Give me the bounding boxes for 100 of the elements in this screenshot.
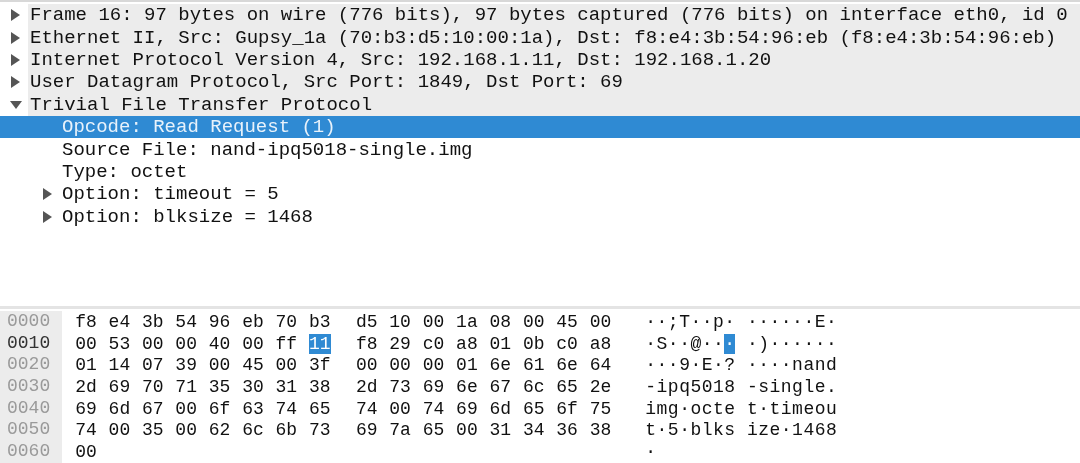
hex-byte[interactable]: 6e xyxy=(455,376,478,397)
ascii-char[interactable]: 1 xyxy=(791,420,804,441)
hex-byte[interactable]: ff xyxy=(275,333,298,354)
ascii-char[interactable]: t xyxy=(645,420,657,441)
hex-byte[interactable]: 00 xyxy=(422,311,445,332)
hex-byte[interactable]: 53 xyxy=(108,333,131,354)
hex-byte[interactable]: 6c xyxy=(241,420,264,441)
ascii-char[interactable]: i xyxy=(645,398,657,419)
ascii-char[interactable]: · xyxy=(780,311,792,332)
hex-byte[interactable]: 69 xyxy=(75,398,97,419)
ascii-char[interactable]: T xyxy=(678,311,691,332)
hex-byte[interactable]: 01 xyxy=(489,333,512,354)
hex-byte[interactable]: 29 xyxy=(389,333,412,354)
hex-byte[interactable]: 61 xyxy=(522,355,545,376)
hex-byte[interactable]: 3f xyxy=(308,355,331,376)
ascii-char[interactable]: t xyxy=(769,398,781,419)
hex-byte[interactable]: 74 xyxy=(422,398,445,419)
hex-byte[interactable]: 45 xyxy=(241,355,264,376)
hex-byte[interactable]: 14 xyxy=(108,355,131,376)
hex-byte[interactable]: 00 xyxy=(75,333,97,354)
hex-byte[interactable]: 34 xyxy=(522,420,545,441)
ascii-char[interactable]: E xyxy=(814,311,826,332)
ascii-char[interactable]: 8 xyxy=(724,376,736,397)
ascii-char[interactable]: 1 xyxy=(712,376,725,397)
hex-byte[interactable]: 31 xyxy=(275,376,298,397)
hex-byte[interactable]: 31 xyxy=(489,420,512,441)
expand-arrow-icon[interactable] xyxy=(10,76,22,89)
hex-byte[interactable]: 54 xyxy=(175,311,198,332)
hex-byte[interactable]: 6b xyxy=(275,420,298,441)
hex-byte[interactable]: 00 xyxy=(355,355,378,376)
hex-byte[interactable]: 73 xyxy=(389,376,412,397)
ascii-char[interactable]: · xyxy=(746,355,758,376)
hex-byte[interactable]: 30 xyxy=(241,376,264,397)
hex-byte[interactable]: 6d xyxy=(489,398,512,419)
ascii-char[interactable]: · xyxy=(645,311,657,332)
ascii-char[interactable]: · xyxy=(701,333,713,354)
ascii-char[interactable]: e xyxy=(803,398,815,419)
hex-byte[interactable]: 65 xyxy=(556,376,579,397)
hex-byte[interactable]: 35 xyxy=(141,420,164,441)
ascii-char[interactable]: e xyxy=(769,420,781,441)
hex-byte[interactable]: 39 xyxy=(175,355,198,376)
ascii-char[interactable]: · xyxy=(712,355,725,376)
expand-arrow-icon[interactable] xyxy=(42,210,54,223)
ascii-char[interactable]: e xyxy=(814,376,826,397)
ascii-char[interactable]: q xyxy=(678,376,691,397)
ascii-char[interactable]: m xyxy=(791,398,804,419)
ascii-char[interactable]: · xyxy=(746,333,758,354)
ascii-char[interactable]: . xyxy=(825,376,838,397)
ascii-char[interactable]: p xyxy=(667,376,679,397)
ascii-char[interactable]: · xyxy=(780,420,792,441)
hex-byte[interactable]: 74 xyxy=(355,398,378,419)
hex-byte[interactable]: f8 xyxy=(75,311,97,332)
hex-byte[interactable]: 38 xyxy=(589,420,612,441)
hex-byte[interactable]: 0b xyxy=(522,333,545,354)
hex-byte[interactable]: 70 xyxy=(275,311,298,332)
hex-byte[interactable]: 69 xyxy=(355,420,378,441)
hex-byte[interactable]: 00 xyxy=(241,333,264,354)
hex-byte[interactable]: 96 xyxy=(208,311,231,332)
ascii-char[interactable]: · xyxy=(757,311,770,332)
tree-row[interactable]: Option: blksize = 1468 xyxy=(0,205,1080,228)
hex-byte[interactable]: 00 xyxy=(175,398,198,419)
ascii-char[interactable]: m xyxy=(656,398,668,419)
hex-byte[interactable]: 00 xyxy=(589,311,612,332)
ascii-char[interactable]: 9 xyxy=(678,355,691,376)
ascii-char[interactable]: 6 xyxy=(814,420,826,441)
hex-byte[interactable]: 07 xyxy=(141,355,164,376)
ascii-char[interactable]: · xyxy=(678,333,691,354)
ascii-char[interactable]: n xyxy=(791,355,804,376)
ascii-char[interactable]: · xyxy=(656,311,668,332)
hex-byte[interactable]: 10 xyxy=(389,311,412,332)
ascii-char[interactable]: · xyxy=(656,355,668,376)
hex-byte[interactable]: 73 xyxy=(308,420,331,441)
ascii-char[interactable]: · xyxy=(825,311,838,332)
ascii-char[interactable]: · xyxy=(780,355,792,376)
ascii-char[interactable]: i xyxy=(656,376,668,397)
ascii-char[interactable]: · xyxy=(667,333,679,354)
hex-byte[interactable]: a8 xyxy=(455,333,478,354)
expand-arrow-icon[interactable] xyxy=(10,53,22,66)
ascii-char[interactable]: · xyxy=(701,311,713,332)
hex-byte[interactable]: 6d xyxy=(108,398,131,419)
hex-byte[interactable]: 65 xyxy=(422,420,445,441)
ascii-char[interactable]: S xyxy=(656,333,668,354)
ascii-char[interactable]: @ xyxy=(690,333,702,354)
ascii-char[interactable]: n xyxy=(814,355,826,376)
tree-row[interactable]: Type: octet xyxy=(0,160,1080,184)
hex-byte[interactable]: 1a xyxy=(455,311,478,332)
hex-byte[interactable]: 00 xyxy=(275,355,298,376)
hex-byte[interactable]: 70 xyxy=(141,376,164,397)
hex-byte[interactable]: b3 xyxy=(308,311,331,332)
hex-byte[interactable]: c0 xyxy=(556,333,579,354)
hex-byte[interactable]: 69 xyxy=(422,376,445,397)
hex-byte[interactable]: 00 xyxy=(175,420,198,441)
hex-byte[interactable]: 00 xyxy=(75,441,97,462)
hex-byte[interactable]: 45 xyxy=(556,311,579,332)
hex-byte[interactable]: 67 xyxy=(141,398,164,419)
hex-byte[interactable]: d5 xyxy=(355,311,378,332)
hex-byte[interactable]: 62 xyxy=(208,420,231,441)
hex-byte[interactable]: 71 xyxy=(175,376,198,397)
ascii-char[interactable]: i xyxy=(780,398,792,419)
ascii-char[interactable]: ? xyxy=(724,355,736,376)
